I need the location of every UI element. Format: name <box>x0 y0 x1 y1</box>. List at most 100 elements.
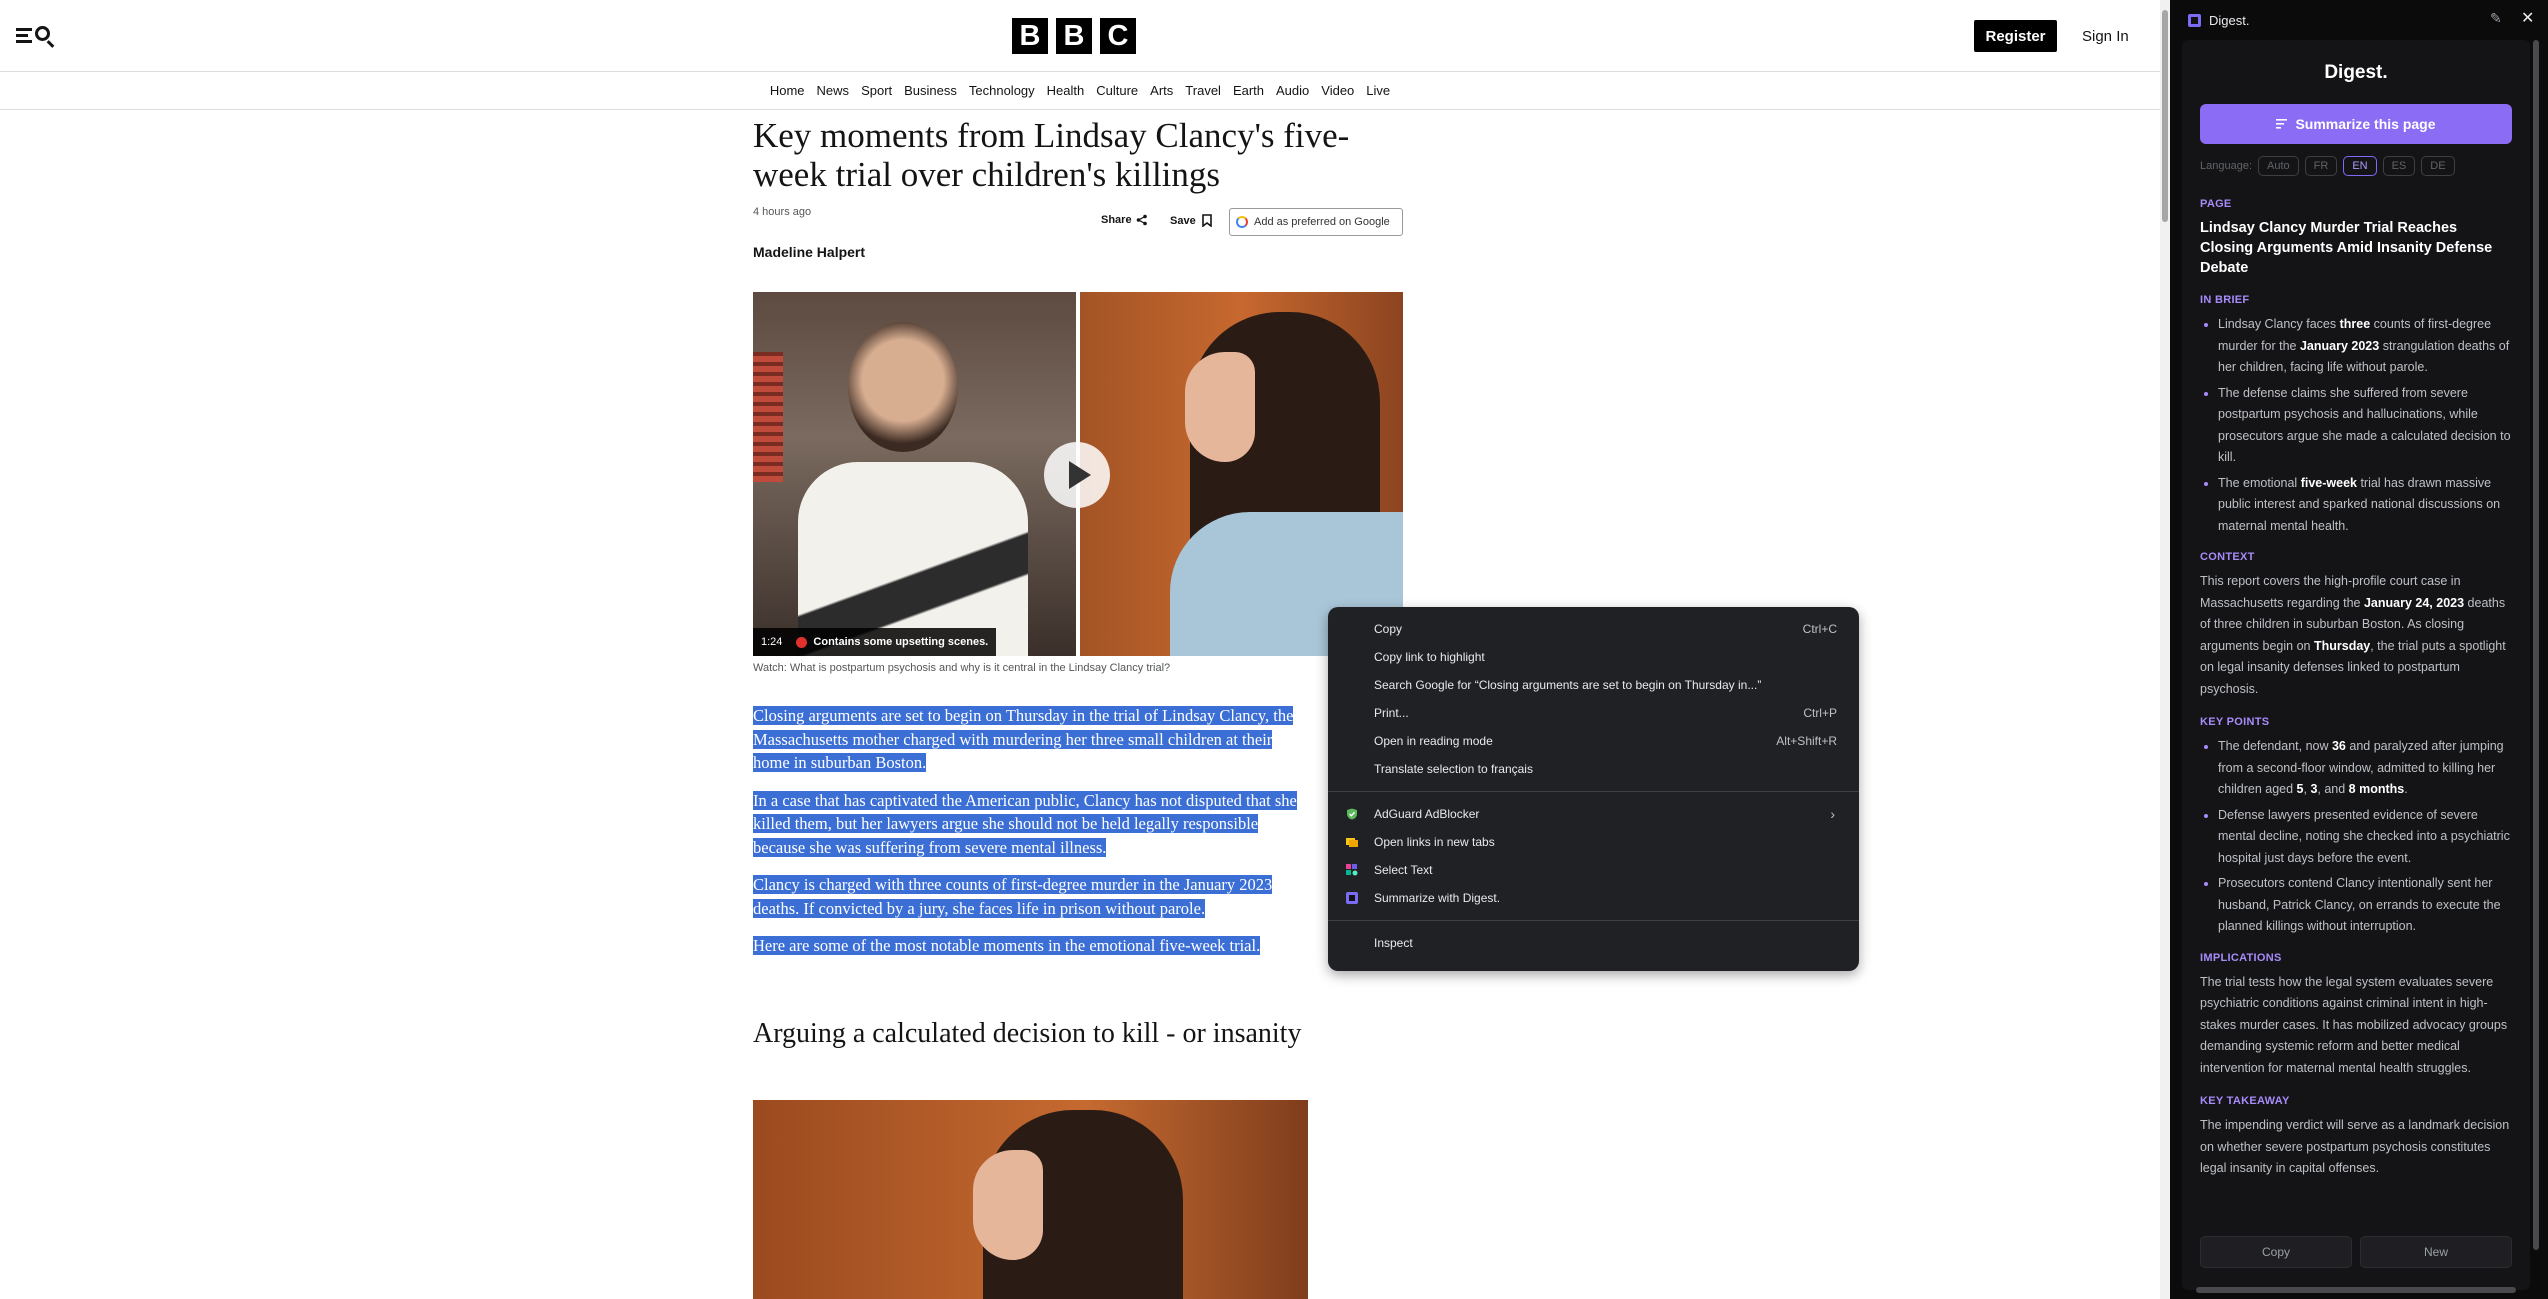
nav-home[interactable]: Home <box>764 72 811 110</box>
menu-item-open-links[interactable]: Open links in new tabs <box>1328 828 1859 856</box>
close-icon[interactable]: ✕ <box>2521 8 2534 28</box>
main-nav: Home News Sport Business Technology Heal… <box>0 72 2160 110</box>
bookmark-icon <box>1201 214 1212 227</box>
menu-shortcut: Alt+Shift+R <box>1776 734 1837 748</box>
selected-text: Clancy is charged with three counts of f… <box>753 875 1273 918</box>
video-duration: 1:24 <box>761 636 783 648</box>
menu-item-search-google[interactable]: Search Google for “Closing arguments are… <box>1328 671 1859 699</box>
register-button[interactable]: Register <box>1974 20 2057 52</box>
digest-panel: Digest. Summarize this page Language: Au… <box>2182 40 2530 1290</box>
nav-arts[interactable]: Arts <box>1144 72 1179 110</box>
menu-item-copy-link[interactable]: Copy link to highlight <box>1328 643 1859 671</box>
summarize-button[interactable]: Summarize this page <box>2200 104 2512 144</box>
takeaway-text: The impending verdict will serve as a la… <box>2200 1118 2510 1175</box>
preferred-source-button[interactable]: Add as preferred on Google <box>1229 208 1403 236</box>
paragraph: Clancy is charged with three counts of f… <box>753 873 1313 920</box>
summarize-label: Summarize this page <box>2295 116 2436 132</box>
nav-health[interactable]: Health <box>1041 72 1091 110</box>
menu-item-print[interactable]: Print... Ctrl+P <box>1328 699 1859 727</box>
list-item: Defense lawyers presented evidence of se… <box>2218 805 2512 870</box>
selected-text: Here are some of the most notable moment… <box>753 936 1261 955</box>
google-icon <box>1236 216 1248 228</box>
summary-title: Lindsay Clancy Murder Trial Reaches Clos… <box>2200 220 2493 276</box>
article-body: Closing arguments are set to begin on Th… <box>753 704 1313 972</box>
side-panel-hscrollbar[interactable] <box>2182 1285 2532 1295</box>
lang-es[interactable]: ES <box>2382 156 2416 176</box>
implications-text: The trial tests how the legal system eva… <box>2200 974 2508 1075</box>
section-label-page: PAGE <box>2200 198 2232 210</box>
menu-item-summarize-digest[interactable]: Summarize with Digest. <box>1328 884 1859 912</box>
digest-icon <box>1346 892 1358 904</box>
lang-en[interactable]: EN <box>2343 156 2377 176</box>
page-scrollbar[interactable] <box>2160 0 2170 1299</box>
menu-item-copy[interactable]: Copy Ctrl+C <box>1328 615 1859 643</box>
menu-label: Open in reading mode <box>1374 734 1493 748</box>
article-image <box>753 1100 1308 1299</box>
logo-letter: B <box>1012 18 1048 54</box>
lang-auto[interactable]: Auto <box>2258 156 2299 176</box>
lang-de[interactable]: DE <box>2421 156 2455 176</box>
menu-search-icon[interactable] <box>16 22 56 52</box>
nav-business[interactable]: Business <box>898 72 963 110</box>
video-player[interactable]: 1:24 Contains some upsetting scenes. <box>753 292 1403 656</box>
paragraph: In a case that has captivated the Americ… <box>753 789 1313 860</box>
section-label-implications: IMPLICATIONS <box>2200 951 2282 964</box>
tabs-icon <box>1346 838 1358 847</box>
headline: Key moments from Lindsay Clancy's five-w… <box>753 116 1350 194</box>
list-item: The defense claims she suffered from sev… <box>2218 383 2512 469</box>
menu-divider <box>1328 791 1859 792</box>
nav-technology[interactable]: Technology <box>963 72 1041 110</box>
save-button[interactable]: Save <box>1170 214 1212 227</box>
logo-letter: B <box>1056 18 1092 54</box>
section-label-context: CONTEXT <box>2200 551 2255 563</box>
nav-news[interactable]: News <box>811 72 856 110</box>
content-warning: Contains some upsetting scenes. <box>796 636 988 648</box>
menu-label: AdGuard AdBlocker <box>1374 807 1480 821</box>
context-text: This report covers the high-profile cour… <box>2200 574 2506 696</box>
nav-audio[interactable]: Audio <box>1270 72 1315 110</box>
selected-text: Closing arguments are set to begin on Th… <box>753 706 1294 772</box>
key-points-list: The defendant, now 36 and paralyzed afte… <box>2200 736 2512 938</box>
menu-label: Search Google for “Closing arguments are… <box>1374 678 1762 692</box>
section-label-key-points: KEY POINTS <box>2200 716 2270 728</box>
menu-label: Inspect <box>1374 936 1413 950</box>
save-label: Save <box>1170 214 1196 227</box>
preferred-label: Add as preferred on Google <box>1254 216 1390 228</box>
paragraph: Here are some of the most notable moment… <box>753 934 1313 958</box>
menu-label: Open links in new tabs <box>1374 835 1495 849</box>
nav-live[interactable]: Live <box>1360 72 1396 110</box>
menu-item-select-text[interactable]: Select Text <box>1328 856 1859 884</box>
video-thumbnail-left <box>753 292 1076 656</box>
digest-brand: Digest. <box>2324 62 2388 83</box>
menu-item-inspect[interactable]: Inspect <box>1328 929 1859 957</box>
pin-icon[interactable]: ✎ <box>2490 10 2502 27</box>
play-icon[interactable] <box>1044 442 1110 508</box>
new-button[interactable]: New <box>2360 1236 2512 1268</box>
side-panel-scrollbar[interactable] <box>2531 40 2541 1280</box>
warning-icon <box>796 636 808 648</box>
menu-item-translate[interactable]: Translate selection to français <box>1328 755 1859 783</box>
list-icon <box>2276 119 2288 129</box>
chevron-right-icon: › <box>1830 806 1835 822</box>
nav-sport[interactable]: Sport <box>855 72 898 110</box>
sign-in-link[interactable]: Sign In <box>2082 20 2129 52</box>
logo-letter: C <box>1100 18 1136 54</box>
nav-earth[interactable]: Earth <box>1227 72 1270 110</box>
nav-culture[interactable]: Culture <box>1090 72 1144 110</box>
video-caption: Watch: What is postpartum psychosis and … <box>753 662 1171 674</box>
section-label-key-takeaway: KEY TAKEAWAY <box>2200 1095 2290 1107</box>
menu-item-reading-mode[interactable]: Open in reading mode Alt+Shift+R <box>1328 727 1859 755</box>
bbc-logo[interactable]: B B C <box>1012 18 1136 54</box>
shield-icon <box>1347 808 1357 820</box>
lang-fr[interactable]: FR <box>2304 156 2338 176</box>
section-label-in-brief: IN BRIEF <box>2200 294 2250 306</box>
menu-item-adguard[interactable]: AdGuard AdBlocker › <box>1328 800 1859 828</box>
copy-button[interactable]: Copy <box>2200 1236 2352 1268</box>
nav-travel[interactable]: Travel <box>1179 72 1227 110</box>
list-item: Lindsay Clancy faces three counts of fir… <box>2218 314 2512 379</box>
language-selector: Language: Auto FR EN ES DE <box>2200 156 2512 176</box>
nav-video[interactable]: Video <box>1315 72 1360 110</box>
warning-text: Contains some upsetting scenes. <box>813 636 989 648</box>
share-button[interactable]: Share <box>1101 214 1148 226</box>
side-panel-title: Digest. <box>2209 12 2250 28</box>
